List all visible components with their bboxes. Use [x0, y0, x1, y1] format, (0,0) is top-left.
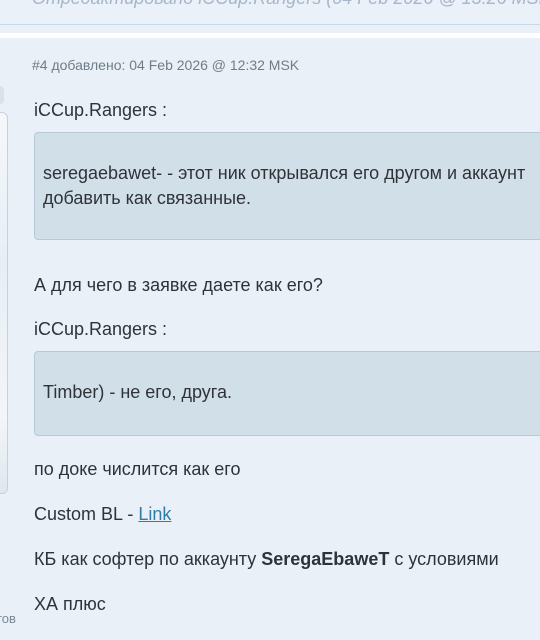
quote-author: iCCup.Rangers :	[34, 100, 168, 120]
quote-line: добавить как связанные.	[43, 188, 252, 208]
post-text-kb: КБ как софтер по аккаунту SeregaEbaweT с…	[34, 547, 540, 571]
quote-line: seregaebawet- - этот ник открывался его …	[43, 163, 526, 183]
forum-post: Отредактировано iCCup.Rangers (04 Feb 20…	[0, 0, 540, 640]
post-separator	[0, 33, 540, 38]
post-meta[interactable]: #4 добавлено: 04 Feb 2026 @ 12:32 MSK	[32, 57, 299, 73]
user-panel-edge	[0, 112, 8, 494]
kb-suffix: с условиями	[389, 549, 499, 569]
online-indicator	[0, 86, 4, 104]
custom-bl-label: Custom BL -	[34, 504, 139, 524]
quote-line: Timber) - не его, друга.	[43, 382, 232, 402]
post-text-custom-bl: Custom BL - Link	[34, 502, 540, 526]
quote-author: iCCup.Rangers :	[34, 319, 168, 339]
quote-box: Timber) - не его, друга.	[34, 351, 540, 436]
custom-bl-link[interactable]: Link	[138, 504, 171, 524]
post-text-question: А для чего в заявке даете как его?	[34, 275, 323, 295]
kb-account: SeregaEbaweT	[261, 549, 390, 569]
post-text-doc: по доке числится как его	[34, 459, 241, 479]
post-text-xa: ХА плюс	[34, 594, 106, 614]
quote-box: seregaebawet- - этот ник открывался его …	[34, 132, 540, 240]
previous-post-footer: Отредактировано iCCup.Rangers (04 Feb 20…	[0, 0, 540, 25]
edit-note: Отредактировано iCCup.Rangers (04 Feb 20…	[32, 0, 540, 9]
user-stats-snippet: тов	[0, 611, 16, 626]
kb-prefix: КБ как софтер по аккаунту	[34, 549, 262, 569]
post-body: iCCup.Rangers : seregaebawet- - этот ник…	[34, 98, 540, 616]
